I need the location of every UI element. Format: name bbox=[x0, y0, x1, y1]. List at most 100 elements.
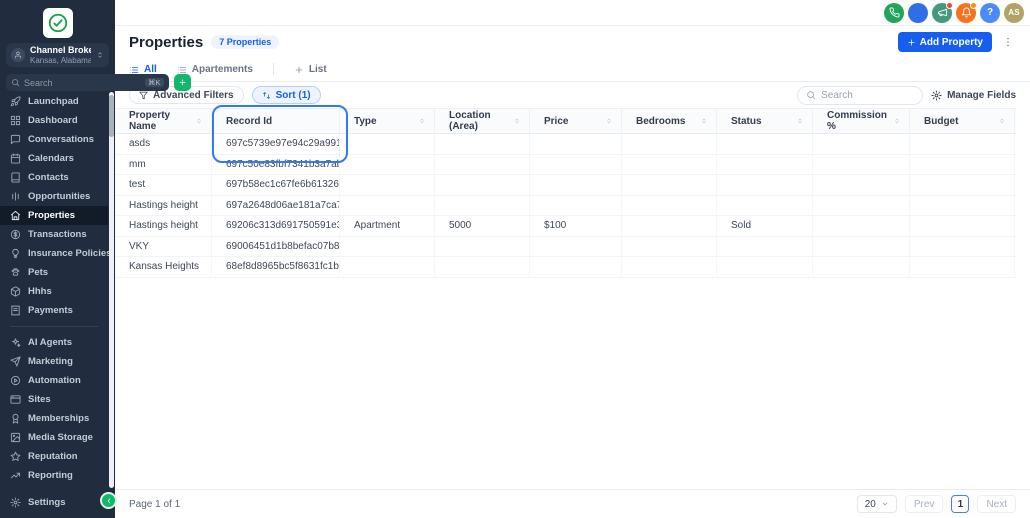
table-cell[interactable] bbox=[910, 257, 1015, 277]
table-row[interactable]: mm697c50e83fbf7341b3a7ab99 bbox=[115, 155, 1016, 176]
agency-logo[interactable] bbox=[43, 8, 73, 38]
column-header-type[interactable]: Type bbox=[340, 109, 435, 133]
sidebar-item-conversations[interactable]: Conversations bbox=[0, 130, 108, 149]
column-header-location-area[interactable]: Location (Area) bbox=[435, 109, 530, 133]
table-cell[interactable] bbox=[910, 155, 1015, 175]
column-header-price[interactable]: Price bbox=[530, 109, 622, 133]
sidebar-item-launchpad[interactable]: Launchpad bbox=[0, 92, 108, 111]
table-cell[interactable] bbox=[435, 175, 530, 195]
table-search-input[interactable] bbox=[797, 86, 923, 105]
sidebar-item-automation[interactable]: Automation bbox=[0, 371, 108, 390]
table-cell[interactable] bbox=[530, 155, 622, 175]
table-cell[interactable] bbox=[435, 155, 530, 175]
table-cell[interactable]: 697c5739e97e94c29a991c6b bbox=[212, 134, 340, 154]
table-cell[interactable]: 697a2648d06ae181a7ca76ef bbox=[212, 196, 340, 216]
table-cell[interactable] bbox=[435, 134, 530, 154]
table-cell[interactable] bbox=[340, 257, 435, 277]
table-search-field[interactable] bbox=[821, 90, 914, 101]
user-avatar[interactable]: AS bbox=[1004, 3, 1024, 23]
sidebar-item-settings[interactable]: Settings bbox=[0, 493, 108, 512]
sidebar-item-ai-agents[interactable]: AI Agents bbox=[0, 333, 108, 352]
add-property-button[interactable]: Add Property bbox=[898, 32, 992, 52]
table-cell[interactable] bbox=[530, 175, 622, 195]
sidebar-search-field[interactable] bbox=[24, 78, 141, 88]
table-cell[interactable]: Sold bbox=[717, 216, 813, 236]
table-cell[interactable] bbox=[530, 196, 622, 216]
sidebar-item-payments[interactable]: Payments bbox=[0, 301, 108, 320]
current-page-button[interactable]: 1 bbox=[951, 495, 969, 513]
table-cell[interactable] bbox=[813, 175, 910, 195]
column-header-budget[interactable]: Budget bbox=[910, 109, 1015, 133]
table-cell[interactable] bbox=[717, 257, 813, 277]
table-cell[interactable] bbox=[910, 237, 1015, 257]
sidebar-item-media-storage[interactable]: Media Storage bbox=[0, 428, 108, 447]
table-cell[interactable] bbox=[910, 134, 1015, 154]
column-header-record-id[interactable]: Record Id bbox=[212, 109, 340, 133]
table-cell[interactable]: test bbox=[115, 175, 212, 195]
table-cell[interactable]: 69006451d1b8befac07b88a7 bbox=[212, 237, 340, 257]
table-cell[interactable] bbox=[530, 237, 622, 257]
column-header-commission[interactable]: Commission % bbox=[813, 109, 910, 133]
table-row[interactable]: asds697c5739e97e94c29a991c6b bbox=[115, 134, 1016, 155]
column-header-property-name[interactable]: Property Name bbox=[115, 109, 212, 133]
table-cell[interactable] bbox=[813, 257, 910, 277]
sidebar-item-sites[interactable]: Sites bbox=[0, 390, 108, 409]
table-cell[interactable] bbox=[340, 237, 435, 257]
help-button[interactable]: ? bbox=[980, 3, 1000, 23]
table-cell[interactable]: asds bbox=[115, 134, 212, 154]
tab-list[interactable]: List bbox=[294, 58, 327, 81]
table-row[interactable]: Kansas Heights68ef8d8965bc5f8631fc1bc8 bbox=[115, 257, 1016, 278]
table-cell[interactable] bbox=[717, 175, 813, 195]
table-row[interactable]: Hastings height697a2648d06ae181a7ca76ef bbox=[115, 196, 1016, 217]
sidebar-search-input[interactable]: ⌘K bbox=[6, 74, 169, 91]
more-options-button[interactable] bbox=[1000, 34, 1016, 50]
table-cell[interactable]: Kansas Heights bbox=[115, 257, 212, 277]
prev-page-button[interactable]: Prev bbox=[905, 495, 944, 513]
table-cell[interactable] bbox=[622, 196, 717, 216]
table-cell[interactable] bbox=[813, 237, 910, 257]
table-cell[interactable]: 697b58ec1c67fe6b61326610 bbox=[212, 175, 340, 195]
table-cell[interactable] bbox=[340, 196, 435, 216]
sidebar-item-calendars[interactable]: Calendars bbox=[0, 149, 108, 168]
table-cell[interactable]: Hastings height bbox=[115, 196, 212, 216]
table-cell[interactable]: 5000 bbox=[435, 216, 530, 236]
megaphone-button[interactable] bbox=[932, 3, 952, 23]
table-row[interactable]: VKY69006451d1b8befac07b88a7 bbox=[115, 237, 1016, 258]
page-size-select[interactable]: 20 bbox=[857, 495, 897, 513]
sidebar-item-reporting[interactable]: Reporting bbox=[0, 466, 108, 485]
table-cell[interactable] bbox=[530, 257, 622, 277]
sort-button[interactable]: Sort (1) bbox=[252, 86, 321, 104]
table-cell[interactable] bbox=[622, 175, 717, 195]
manage-fields-button[interactable]: Manage Fields bbox=[931, 90, 1016, 101]
table-cell[interactable] bbox=[717, 237, 813, 257]
table-cell[interactable] bbox=[435, 257, 530, 277]
table-cell[interactable]: Apartment bbox=[340, 216, 435, 236]
table-cell[interactable] bbox=[910, 216, 1015, 236]
scrollbar-thumb[interactable] bbox=[109, 95, 114, 137]
sidebar-scrollbar[interactable] bbox=[109, 92, 114, 488]
table-cell[interactable] bbox=[813, 134, 910, 154]
column-header-status[interactable]: Status bbox=[717, 109, 813, 133]
table-cell[interactable] bbox=[717, 196, 813, 216]
table-cell[interactable] bbox=[622, 155, 717, 175]
table-cell[interactable] bbox=[530, 134, 622, 154]
table-cell[interactable]: mm bbox=[115, 155, 212, 175]
table-row[interactable]: Hastings height69206c313d691750591e37ceA… bbox=[115, 216, 1016, 237]
sidebar-item-pets[interactable]: Pets bbox=[0, 263, 108, 282]
sidebar-item-marketing[interactable]: Marketing bbox=[0, 352, 108, 371]
table-cell[interactable] bbox=[717, 134, 813, 154]
sidebar-item-properties[interactable]: Properties bbox=[0, 206, 108, 225]
account-switcher[interactable]: Channel Brokers Kansas, Alabama bbox=[6, 43, 109, 67]
table-cell[interactable]: 69206c313d691750591e37ce bbox=[212, 216, 340, 236]
table-cell[interactable] bbox=[813, 196, 910, 216]
table-cell[interactable]: VKY bbox=[115, 237, 212, 257]
table-cell[interactable] bbox=[622, 134, 717, 154]
sidebar-item-opportunities[interactable]: Opportunities bbox=[0, 187, 108, 206]
table-cell[interactable]: 697c50e83fbf7341b3a7ab99 bbox=[212, 155, 340, 175]
sidebar-item-transactions[interactable]: Transactions bbox=[0, 225, 108, 244]
bell-button[interactable] bbox=[956, 3, 976, 23]
quick-add-button[interactable] bbox=[174, 74, 191, 91]
table-cell[interactable] bbox=[340, 175, 435, 195]
table-cell[interactable] bbox=[717, 155, 813, 175]
sidebar-collapse-button[interactable] bbox=[102, 494, 115, 507]
